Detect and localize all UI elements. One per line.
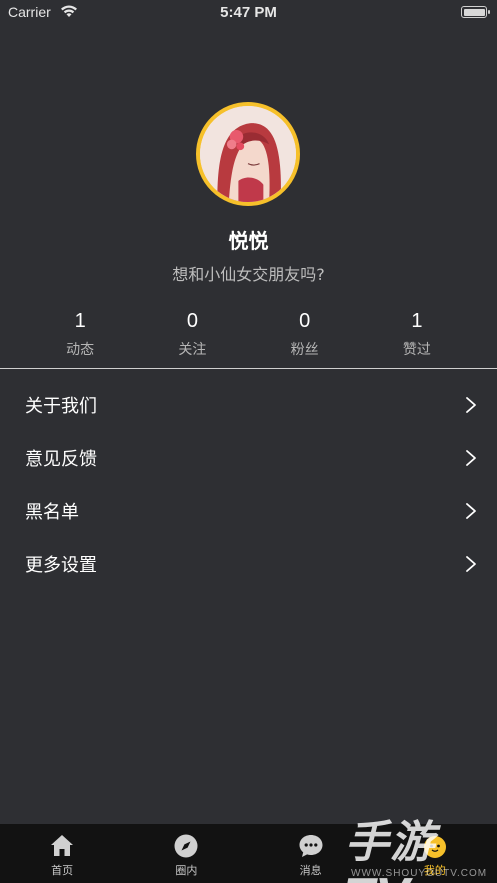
menu-item-more-settings[interactable]: 更多设置 [0, 537, 497, 590]
stat-label: 赞过 [402, 342, 431, 358]
status-bar: Carrier 5:47 PM [0, 0, 497, 26]
message-icon [299, 835, 323, 857]
chevron-right-icon [466, 555, 476, 572]
menu-item-label: 更多设置 [25, 554, 97, 576]
tab-label: 首页 [51, 864, 74, 877]
stat-value: 0 [186, 310, 198, 332]
menu-item-label: 关于我们 [25, 395, 97, 417]
stat-label: 动态 [66, 342, 95, 358]
clock: 5:47 PM [220, 4, 277, 21]
menu-item-blacklist[interactable]: 黑名单 [0, 484, 497, 537]
profile-name: 悦悦 [228, 229, 269, 253]
battery-icon [461, 6, 490, 18]
profile-bio: 想和小仙女交朋友吗? [172, 265, 325, 284]
chevron-right-icon [466, 396, 476, 413]
tab-label: 消息 [299, 864, 322, 877]
stats-row: 1 动态 0 关注 0 粉丝 1 赞过 [24, 308, 473, 360]
stat-label: 粉丝 [290, 342, 319, 358]
avatar[interactable] [196, 102, 300, 206]
tab-home[interactable]: 首页 [0, 824, 124, 883]
chevron-right-icon [466, 502, 476, 519]
compass-icon [174, 834, 198, 858]
menu-item-feedback[interactable]: 意见反馈 [0, 431, 497, 484]
stat-following[interactable]: 0 关注 [136, 308, 248, 360]
watermark-url: WWW.SHOUYOUTV.COM [351, 868, 488, 879]
tab-label: 圈内 [175, 864, 198, 877]
menu-item-label: 意见反馈 [25, 448, 97, 470]
divider [0, 368, 497, 369]
avatar-image [200, 106, 296, 202]
menu-item-about[interactable]: 关于我们 [0, 378, 497, 431]
chevron-right-icon [466, 449, 476, 466]
settings-menu: 关于我们 意见反馈 黑名单 更多设置 [0, 378, 497, 590]
stat-value: 0 [299, 310, 311, 332]
stat-likes[interactable]: 1 赞过 [361, 308, 473, 360]
home-icon [51, 835, 74, 856]
watermark: 手游TV WWW.SHOUYOUTV.COM [345, 806, 497, 883]
menu-item-label: 黑名单 [25, 501, 79, 523]
stat-followers[interactable]: 0 粉丝 [249, 308, 361, 360]
tab-circle[interactable]: 圈内 [124, 824, 248, 883]
stat-posts[interactable]: 1 动态 [24, 308, 136, 360]
stat-value: 1 [74, 310, 86, 332]
stat-value: 1 [411, 310, 423, 332]
stat-label: 关注 [178, 342, 207, 358]
